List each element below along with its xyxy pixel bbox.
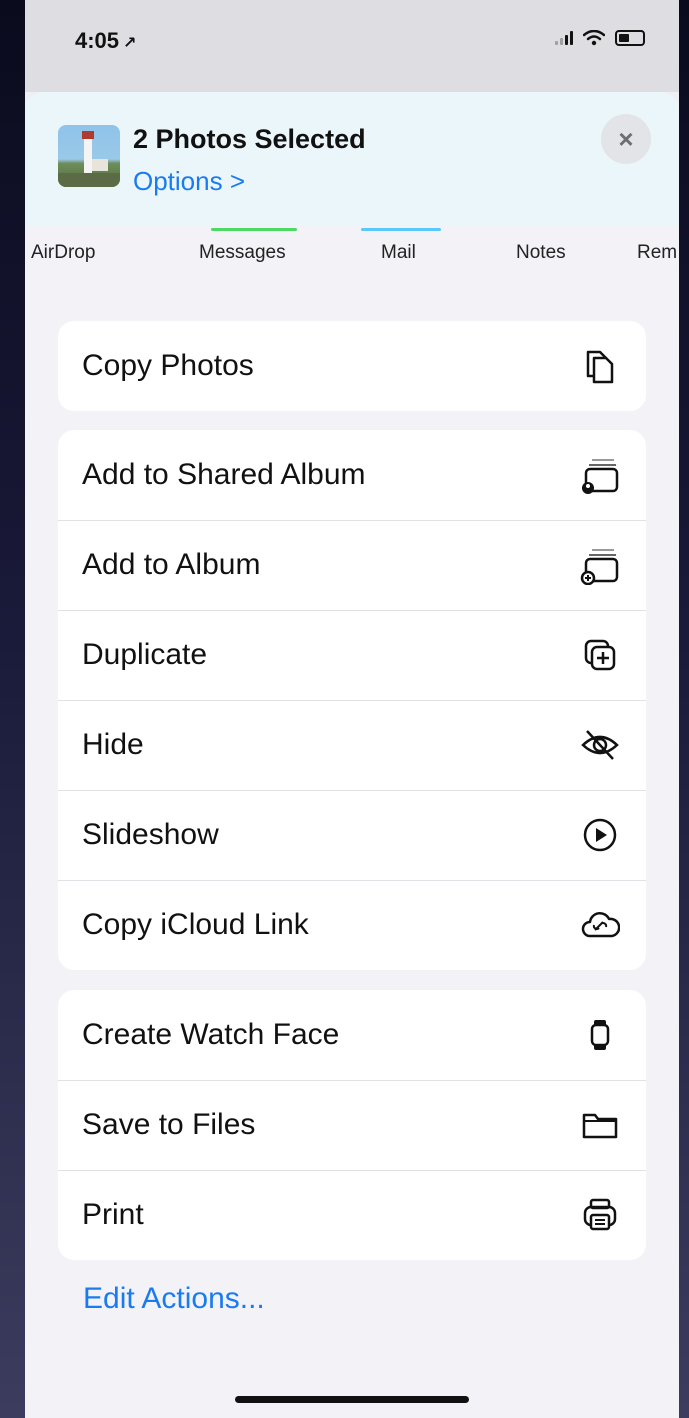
close-button[interactable]: × — [601, 114, 651, 164]
action-save-to-files[interactable]: Save to Files — [58, 1080, 646, 1170]
share-app-airdrop[interactable]: AirDrop — [31, 242, 95, 264]
action-add-to-album[interactable]: Add to Album — [58, 520, 646, 610]
copy-photos-icon — [578, 344, 622, 388]
lighthouse-tower — [84, 137, 92, 175]
action-group-other: Create Watch Face Save to Files Print — [58, 990, 646, 1260]
share-app-label: Messages — [199, 242, 286, 263]
add-album-icon — [578, 543, 622, 587]
action-label: Hide — [82, 728, 144, 761]
share-sheet-header: 2 Photos Selected Options > × — [25, 92, 679, 226]
action-create-watch-face[interactable]: Create Watch Face — [58, 990, 646, 1080]
share-app-messages[interactable]: Messages — [199, 242, 286, 264]
icloud-link-icon — [578, 903, 622, 947]
share-app-mail[interactable]: Mail — [381, 242, 416, 264]
action-print[interactable]: Print — [58, 1170, 646, 1260]
status-bar: 4:05 ↗ — [25, 0, 679, 92]
edit-actions-link[interactable]: Edit Actions... — [83, 1282, 265, 1316]
messages-accent — [211, 228, 297, 231]
phone-screen: 4:05 ↗ 2 Photos Selected Options > × Air… — [25, 0, 679, 1418]
action-hide[interactable]: Hide — [58, 700, 646, 790]
action-label: Slideshow — [82, 818, 219, 851]
share-app-label: Mail — [381, 242, 416, 263]
share-app-label: Notes — [516, 242, 566, 263]
status-time-text: 4:05 — [75, 28, 120, 53]
action-label: Add to Shared Album — [82, 458, 366, 491]
watch-icon — [578, 1013, 622, 1057]
share-app-label: AirDrop — [31, 242, 96, 263]
location-arrow-icon: ↗ — [123, 35, 137, 52]
action-label: Add to Album — [82, 548, 261, 581]
share-app-notes[interactable]: Notes — [516, 242, 566, 264]
photo-thumbnail — [58, 125, 120, 187]
action-label: Save to Files — [82, 1108, 256, 1141]
action-slideshow[interactable]: Slideshow — [58, 790, 646, 880]
close-icon: × — [618, 123, 634, 154]
status-time: 4:05 ↗ — [75, 28, 136, 54]
folder-icon — [578, 1103, 622, 1147]
action-add-to-shared-album[interactable]: Add to Shared Album — [58, 430, 646, 520]
lighthouse-lamp — [82, 131, 94, 139]
action-copy-icloud-link[interactable]: Copy iCloud Link — [58, 880, 646, 970]
printer-icon — [578, 1193, 622, 1237]
action-label: Copy iCloud Link — [82, 908, 309, 941]
keeper-house — [92, 159, 108, 171]
play-icon — [578, 813, 622, 857]
share-apps-row: AirDrop Messages Mail Notes Rem — [25, 226, 679, 288]
action-duplicate[interactable]: Duplicate — [58, 610, 646, 700]
thumbnail-ground — [58, 173, 120, 187]
hide-icon — [578, 723, 622, 767]
action-group-copy: Copy Photos — [58, 321, 646, 411]
share-app-label: Rem — [637, 242, 678, 263]
action-group-album: Add to Shared Album Add to Album Duplica… — [58, 430, 646, 970]
selection-title: 2 Photos Selected — [133, 124, 366, 154]
action-label: Print — [82, 1198, 144, 1231]
battery-icon — [615, 30, 645, 46]
options-link[interactable]: Options > — [133, 166, 245, 197]
action-label: Duplicate — [82, 638, 208, 671]
action-label: Copy Photos — [82, 349, 254, 382]
mail-accent — [361, 228, 441, 231]
duplicate-icon — [578, 633, 622, 677]
wifi-icon — [583, 30, 605, 46]
action-copy-photos[interactable]: Copy Photos — [58, 321, 646, 411]
share-sheet: 2 Photos Selected Options > × AirDrop Me… — [25, 92, 679, 1418]
status-icons — [555, 30, 645, 46]
cellular-signal-icon — [555, 31, 573, 45]
action-label: Create Watch Face — [82, 1018, 340, 1051]
home-indicator[interactable] — [235, 1396, 469, 1403]
share-app-reminders[interactable]: Rem — [637, 242, 677, 264]
shared-album-icon — [578, 453, 622, 497]
